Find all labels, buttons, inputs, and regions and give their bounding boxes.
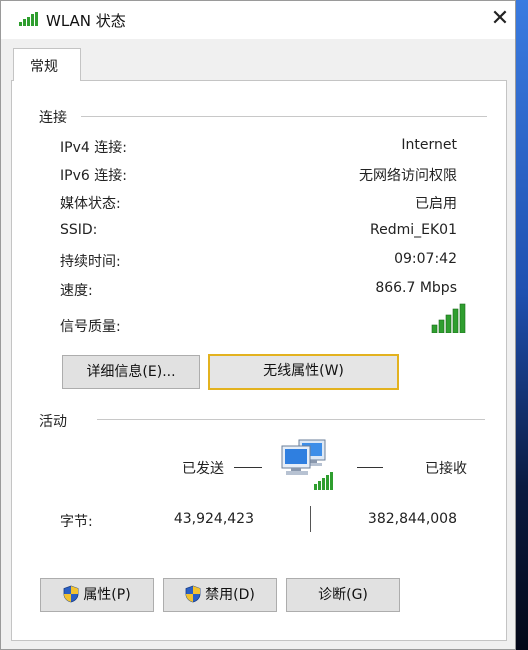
properties-button[interactable]: 属性(P): [40, 578, 154, 612]
wifi-signal-icon: [19, 12, 38, 26]
network-computers-icon: [281, 439, 333, 490]
bytes-sent-value: 43,924,423: [173, 511, 254, 527]
window-title: WLAN 状态: [46, 12, 126, 30]
disable-button[interactable]: 禁用(D): [163, 578, 277, 612]
uac-shield-icon: [185, 585, 201, 602]
activity-group-divider: [97, 419, 485, 420]
bytes-label: 字节:: [60, 514, 93, 530]
wlan-status-dialog: WLAN 状态 ✕ 常规 连接 IPv4 连接: Internet IPv6 连…: [0, 0, 516, 650]
tab-general[interactable]: 常规: [13, 48, 81, 81]
bytes-separator: [310, 506, 311, 532]
ipv6-value: 无网络访问权限: [359, 168, 457, 184]
signal-bar: [431, 324, 438, 333]
duration-label: 持续时间:: [60, 254, 121, 270]
details-button[interactable]: 详细信息(E)...: [62, 355, 200, 389]
signal-quality-label: 信号质量:: [60, 319, 121, 335]
signal-bar: [452, 308, 459, 333]
signal-bar: [459, 303, 466, 333]
ipv4-value: Internet: [401, 137, 457, 153]
uac-shield-icon: [63, 585, 79, 602]
signal-bar: [438, 319, 445, 333]
ipv6-label: IPv6 连接:: [60, 168, 127, 184]
ipv4-label: IPv4 连接:: [60, 140, 127, 156]
sent-dash: [234, 467, 262, 468]
connection-group-label: 连接: [39, 110, 67, 126]
desktop-background-right: [514, 0, 528, 650]
received-label: 已接收: [425, 461, 467, 477]
signal-bar: [445, 314, 452, 333]
speed-label: 速度:: [60, 283, 93, 299]
sent-label: 已发送: [182, 461, 224, 477]
media-state-value: 已启用: [415, 196, 457, 212]
speed-value: 866.7 Mbps: [375, 280, 457, 296]
signal-strength-icon: [431, 303, 466, 333]
disable-button-label: 禁用(D): [205, 587, 255, 603]
ssid-value: Redmi_EK01: [370, 222, 457, 238]
wireless-properties-button[interactable]: 无线属性(W): [208, 354, 399, 390]
activity-group-label: 活动: [39, 414, 67, 430]
duration-value: 09:07:42: [394, 251, 457, 267]
ssid-label: SSID:: [60, 222, 98, 238]
diagnose-button[interactable]: 诊断(G): [286, 578, 400, 612]
received-dash: [357, 467, 383, 468]
connection-group-divider: [81, 116, 487, 117]
media-state-label: 媒体状态:: [60, 196, 121, 212]
title-bar[interactable]: WLAN 状态 ✕: [1, 1, 515, 39]
bytes-received-value: 382,844,008: [367, 511, 457, 527]
close-icon: ✕: [490, 6, 510, 31]
properties-button-label: 属性(P): [83, 587, 131, 603]
close-button[interactable]: ✕: [485, 5, 515, 35]
